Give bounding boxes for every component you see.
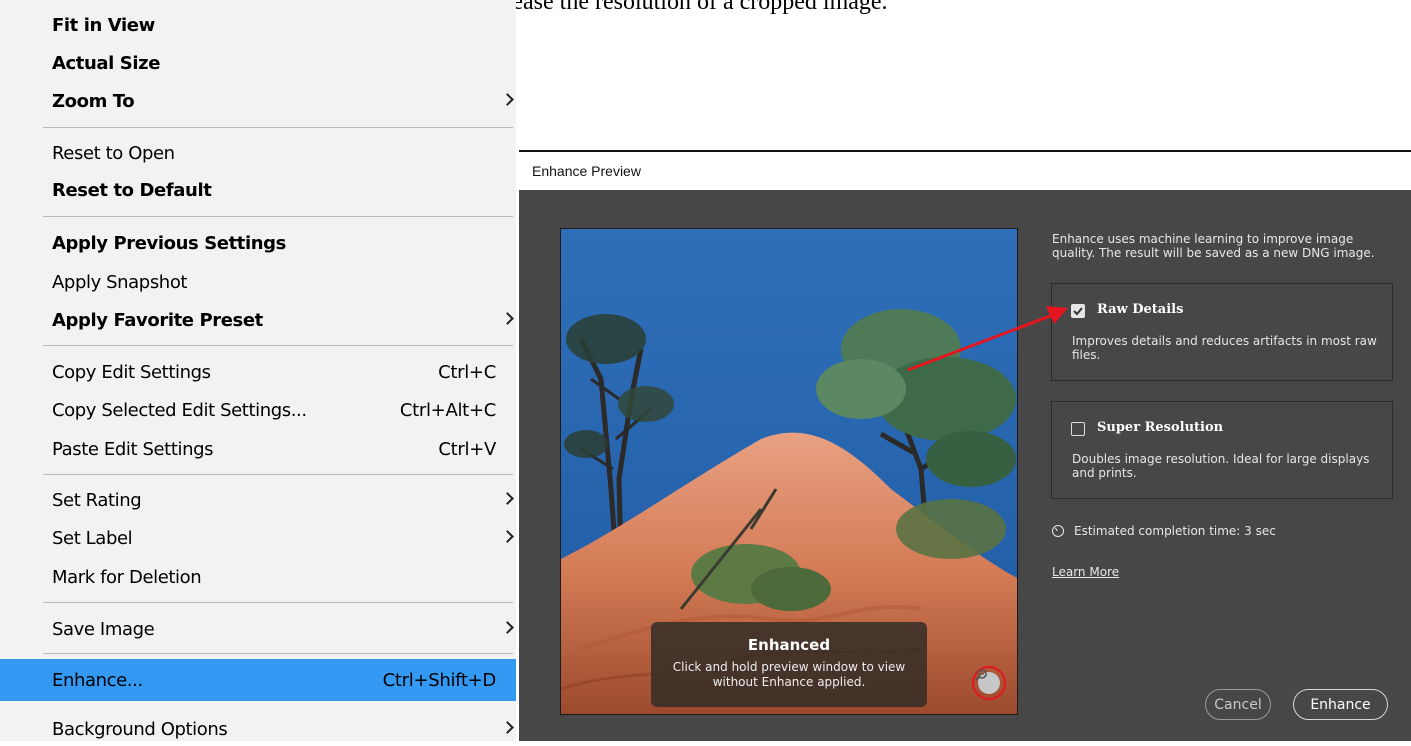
menu-item-label: Background Options — [52, 718, 228, 740]
menu-item-enhance[interactable]: Enhance... Ctrl+Shift+D — [0, 659, 516, 701]
menu-item-label: Set Label — [52, 527, 133, 549]
chevron-right-icon — [501, 721, 514, 734]
menu-item-label: Enhance... — [52, 669, 143, 691]
menu-item-shortcut: Ctrl+Shift+D — [382, 669, 497, 691]
context-menu: Fit in View Actual Size Zoom To Reset to… — [0, 0, 516, 741]
menu-item-label: Paste Edit Settings — [52, 438, 214, 460]
menu-item-shortcut: Ctrl+V — [438, 438, 496, 460]
chevron-right-icon — [501, 530, 514, 543]
enhance-button[interactable]: Enhance — [1293, 689, 1388, 720]
menu-separator — [43, 216, 513, 217]
menu-item-apply-favorite-preset[interactable]: Apply Favorite Preset — [0, 301, 516, 339]
menu-item-copy-edit-settings[interactable]: Copy Edit Settings Ctrl+C — [0, 353, 516, 391]
chevron-right-icon — [501, 492, 514, 505]
menu-item-label: Apply Snapshot — [52, 271, 188, 293]
menu-item-label: Set Rating — [52, 489, 142, 511]
option-description: Doubles image resolution. Ideal for larg… — [1072, 452, 1370, 480]
menu-item-save-image[interactable]: Save Image — [0, 610, 516, 648]
overlay-title: Enhanced — [747, 636, 831, 654]
option-title: Super Resolution — [1097, 420, 1224, 435]
chevron-right-icon — [501, 93, 514, 106]
menu-item-label: Reset to Open — [52, 142, 175, 164]
option-description: Improves details and reduces artifacts i… — [1072, 334, 1377, 362]
menu-item-actual-size[interactable]: Actual Size — [0, 44, 516, 82]
menu-item-label: Mark for Deletion — [52, 566, 202, 588]
menu-separator — [43, 653, 513, 654]
menu-item-reset-to-default[interactable]: Reset to Default — [0, 171, 516, 209]
zoom-button[interactable] — [972, 666, 1006, 700]
enhance-preview-dialog: Enhance Preview Enhanced Click and hold … — [519, 150, 1411, 741]
menu-item-label: Copy Selected Edit Settings... — [52, 399, 307, 421]
preview-overlay: Enhanced Click and hold preview window t… — [651, 622, 927, 707]
dialog-titlebar[interactable]: Enhance Preview — [519, 152, 1411, 190]
option-super-resolution[interactable]: Super Resolution Doubles image resolutio… — [1051, 401, 1393, 499]
menu-item-label: Apply Favorite Preset — [52, 309, 263, 331]
checkbox-checked-icon[interactable] — [1071, 304, 1085, 318]
chevron-right-icon — [501, 621, 514, 634]
menu-separator — [43, 602, 513, 603]
preview-image[interactable]: Enhanced Click and hold preview window t… — [560, 228, 1018, 715]
menu-separator — [43, 127, 513, 128]
option-raw-details[interactable]: Raw Details Improves details and reduces… — [1051, 283, 1393, 381]
timer-icon — [1052, 525, 1064, 537]
overlay-description: Click and hold preview window to view wi… — [672, 660, 906, 689]
menu-item-label: Copy Edit Settings — [52, 361, 211, 383]
menu-item-reset-to-open[interactable]: Reset to Open — [0, 134, 516, 172]
menu-item-label: Save Image — [52, 618, 155, 640]
menu-item-label: Reset to Default — [52, 179, 212, 201]
cancel-button[interactable]: Cancel — [1205, 689, 1271, 720]
menu-item-fit-in-view[interactable]: Fit in View — [0, 6, 516, 44]
menu-item-set-label[interactable]: Set Label — [0, 519, 516, 557]
menu-item-apply-snapshot[interactable]: Apply Snapshot — [0, 263, 516, 301]
learn-more-link[interactable]: Learn More — [1052, 565, 1119, 579]
menu-item-label: Actual Size — [52, 52, 161, 74]
menu-item-paste-edit-settings[interactable]: Paste Edit Settings Ctrl+V — [0, 430, 516, 468]
menu-item-shortcut: Ctrl+Alt+C — [399, 399, 496, 421]
menu-item-zoom-to[interactable]: Zoom To — [0, 82, 516, 120]
menu-item-apply-previous-settings[interactable]: Apply Previous Settings — [0, 224, 516, 262]
dialog-description: Enhance uses machine learning to improve… — [1052, 232, 1375, 260]
checkbox-empty-icon[interactable] — [1071, 422, 1085, 436]
menu-item-label: Zoom To — [52, 90, 135, 112]
menu-item-label: Apply Previous Settings — [52, 232, 286, 254]
chevron-right-icon — [501, 312, 514, 325]
estimated-time: Estimated completion time: 3 sec — [1052, 524, 1276, 538]
menu-item-mark-for-deletion[interactable]: Mark for Deletion — [0, 558, 516, 596]
dialog-title: Enhance Preview — [532, 163, 641, 179]
menu-item-label: Fit in View — [52, 14, 155, 36]
menu-item-shortcut: Ctrl+C — [438, 361, 496, 383]
estimated-time-text: Estimated completion time: 3 sec — [1074, 524, 1276, 538]
option-title: Raw Details — [1097, 302, 1184, 317]
menu-separator — [43, 474, 513, 475]
menu-separator — [43, 345, 513, 346]
zoom-magnifier-icon — [975, 669, 1000, 694]
menu-item-set-rating[interactable]: Set Rating — [0, 481, 516, 519]
menu-item-copy-selected-edit-settings[interactable]: Copy Selected Edit Settings... Ctrl+Alt+… — [0, 391, 516, 429]
